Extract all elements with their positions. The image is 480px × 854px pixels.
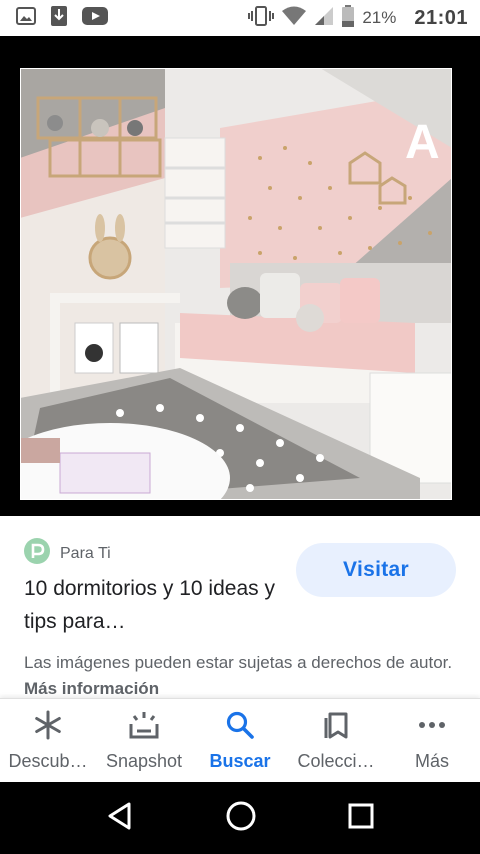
svg-text:A: A [405, 116, 440, 169]
image-viewer[interactable]: A [0, 36, 480, 516]
nav-more-label: Más [414, 750, 449, 771]
source-name[interactable]: Para Ti [60, 545, 111, 563]
nav-snapshot-label: Snapshot [105, 750, 183, 771]
nav-discover[interactable]: Descub… [0, 699, 96, 782]
source-row[interactable]: Para Ti [24, 538, 111, 569]
asterisk-icon [33, 710, 63, 745]
search-icon [225, 710, 255, 745]
visit-button[interactable]: Visitar [296, 543, 456, 597]
nav-search-label: Buscar [209, 750, 271, 771]
copyright-text: Las imágenes pueden estar sujetas a dere… [24, 653, 453, 672]
vibrate-icon [248, 5, 275, 31]
nav-more[interactable]: Más [384, 699, 480, 782]
battery-percent: 21% [362, 8, 397, 27]
nav-snapshot[interactable]: Snapshot [96, 699, 192, 782]
gallery-notification-icon [16, 6, 36, 30]
more-icon [417, 710, 447, 745]
system-navigation-bar [0, 782, 480, 854]
recents-icon[interactable] [347, 802, 375, 835]
home-icon[interactable] [225, 800, 257, 837]
download-notification-icon [50, 5, 68, 32]
collections-icon [321, 710, 351, 745]
back-icon[interactable] [105, 801, 135, 836]
battery-icon [342, 4, 355, 32]
copyright-notice: Las imágenes pueden estar sujetas a dere… [24, 650, 464, 702]
nav-search[interactable]: Buscar [192, 699, 288, 782]
bottom-navigation: Descub… Snapshot Buscar Colecci… Más [0, 698, 480, 782]
result-image[interactable]: A [20, 68, 452, 500]
source-logo-icon [24, 538, 50, 569]
clock: 21:01 [414, 6, 468, 29]
more-info-link[interactable]: Más información [24, 679, 159, 698]
snapshot-icon [128, 710, 160, 745]
status-bar: 21% 21:01 [0, 0, 480, 36]
nav-collections[interactable]: Colecci… [288, 699, 384, 782]
nav-discover-label: Descub… [8, 750, 88, 771]
youtube-notification-icon [82, 6, 108, 30]
wifi-icon [282, 6, 307, 31]
nav-collections-label: Colecci… [297, 750, 375, 771]
result-title[interactable]: 10 dormitorios y 10 ideas y tips para… [24, 572, 284, 638]
result-info-panel: Para Ti 10 dormitorios y 10 ideas y tips… [0, 516, 480, 698]
signal-icon [314, 6, 334, 31]
